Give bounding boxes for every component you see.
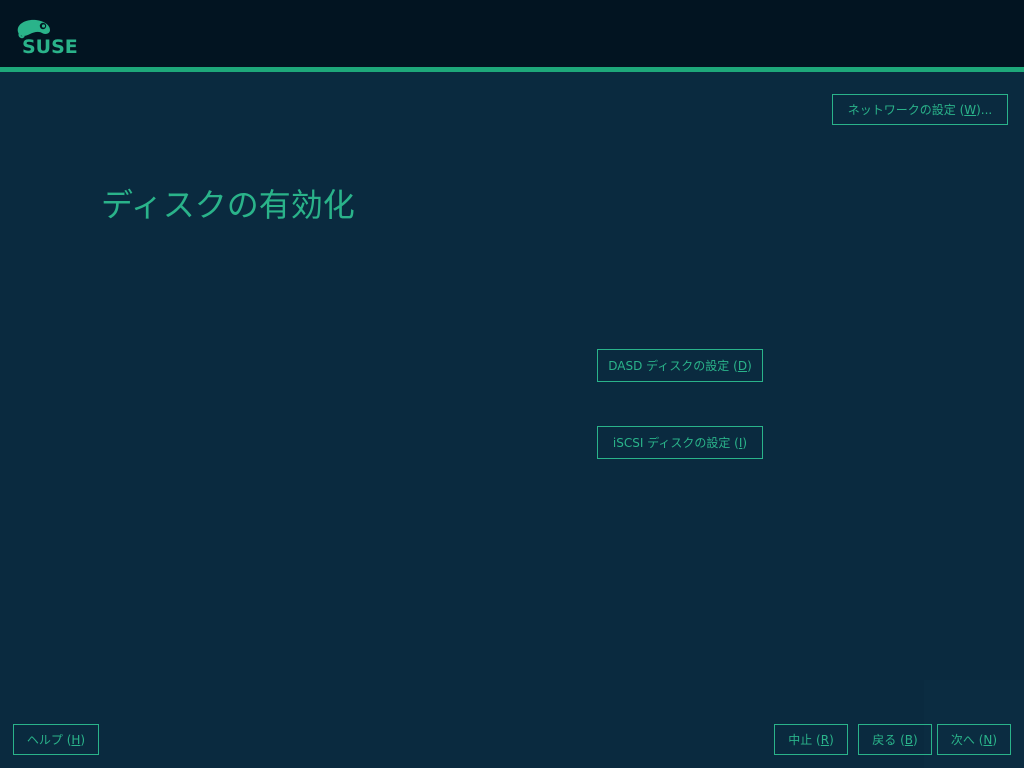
back-button-prefix: 戻る ( [872,733,905,747]
abort-button[interactable]: 中止 (R) [774,724,848,755]
help-button-key: H [71,732,81,747]
suse-logo-icon: SUSE [17,19,78,56]
back-button[interactable]: 戻る (B) [858,724,932,755]
iscsi-button-prefix: iSCSI ディスクの設定 ( [612,436,739,450]
back-button-suffix: ) [913,732,918,747]
top-bar: SUSE [0,0,1024,67]
help-button-prefix: ヘルプ ( [26,733,72,747]
dasd-disk-settings-button[interactable]: DASD ディスクの設定 (D) [597,349,763,382]
help-button[interactable]: ヘルプ (H) [13,724,99,755]
help-button-suffix: ) [80,732,86,747]
next-button-key: N [983,732,993,747]
iscsi-button-suffix: ) [742,435,748,450]
page-title: ディスクの有効化 [101,186,355,224]
abort-button-suffix: ) [829,732,834,747]
dasd-button-prefix: DASD ディスクの設定 ( [608,359,738,373]
abort-button-key: R [820,732,830,747]
next-button-suffix: ) [992,732,998,747]
iscsi-disk-settings-button[interactable]: iSCSI ディスクの設定 (I) [597,426,763,459]
next-button[interactable]: 次へ (N) [937,724,1011,755]
dasd-button-key: D [737,358,748,373]
next-button-prefix: 次へ ( [950,733,984,747]
network-settings-button[interactable]: ネットワークの設定 (W)... [832,94,1008,125]
network-settings-key: W [964,102,977,117]
header-accent-line [0,67,1024,72]
network-settings-suffix: )... [976,102,993,117]
brand-text: SUSE [22,36,78,56]
network-settings-prefix: ネットワークの設定 ( [847,103,965,117]
back-button-key: B [904,732,914,747]
abort-button-prefix: 中止 ( [788,733,821,747]
dasd-button-suffix: ) [747,358,752,373]
